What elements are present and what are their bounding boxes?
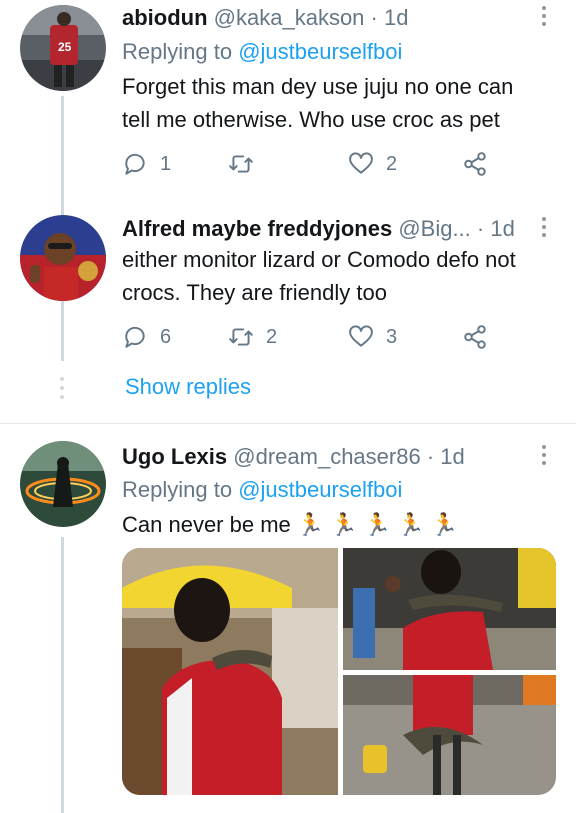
replying-prefix: Replying to — [122, 39, 239, 64]
media-photo-1[interactable] — [122, 548, 338, 795]
avatar-image — [20, 215, 106, 301]
tweet-text: either monitor lizard or Comodo defo not… — [122, 247, 516, 305]
reply-button[interactable]: 6 — [122, 319, 171, 355]
avatar[interactable] — [20, 215, 106, 301]
retweet-icon — [229, 155, 253, 173]
retweet-button[interactable] — [228, 146, 266, 182]
reply-icon — [125, 153, 145, 175]
photo-lizard-held-low — [343, 675, 556, 795]
retweet-count: 2 — [266, 325, 278, 348]
timestamp[interactable]: · 1d — [427, 444, 465, 469]
media-photo-3[interactable] — [343, 675, 556, 795]
avatar-image: 25 — [20, 5, 106, 91]
action-bar: 1 2 — [122, 146, 522, 182]
more-options-icon[interactable] — [532, 213, 556, 241]
show-replies-link[interactable]: Show replies — [125, 371, 251, 403]
tweet-alfred[interactable]: Alfred maybe freddyjones @Big... · 1d ei… — [0, 205, 576, 423]
timestamp[interactable]: · 1d — [477, 216, 515, 241]
display-name[interactable]: Alfred maybe freddyjones — [122, 216, 392, 241]
like-button[interactable]: 2 — [348, 146, 397, 182]
tweet-text: Can never be me 🏃 🏃 🏃 🏃 🏃 — [122, 512, 459, 537]
thread-line — [61, 96, 64, 221]
reply-button[interactable]: 1 — [122, 146, 171, 182]
heart-icon — [349, 325, 373, 347]
tweet-header: abiodun @kaka_kakson · 1d — [122, 2, 532, 34]
avatar[interactable]: 25 — [20, 5, 106, 91]
svg-text:25: 25 — [58, 40, 72, 54]
display-name[interactable]: abiodun — [122, 5, 208, 30]
tweet-abiodun[interactable]: 25 abiodun @kaka_kakson · 1d Replying to… — [0, 0, 576, 221]
thread-continuation-dots — [59, 377, 65, 399]
thread-line — [61, 301, 64, 361]
like-count: 3 — [386, 325, 398, 348]
tweet-header: Alfred maybe freddyjones @Big... · 1d — [122, 213, 532, 245]
media-grid — [122, 548, 556, 795]
display-name[interactable]: Ugo Lexis — [122, 444, 227, 469]
like-count: 2 — [386, 152, 398, 175]
thread-line — [61, 537, 64, 813]
tweet-text: Forget this man dey use juju no one can … — [122, 74, 514, 132]
avatar-image — [20, 441, 106, 527]
tweet-header: Ugo Lexis @dream_chaser86 · 1d — [122, 441, 532, 473]
photo-lizard-on-shoulders — [343, 548, 556, 670]
retweet-icon — [229, 328, 253, 346]
reply-icon — [125, 326, 145, 348]
action-bar: 6 2 3 — [122, 319, 522, 355]
share-button[interactable] — [462, 319, 488, 355]
replying-to: Replying to @justbeurselfboi — [122, 36, 402, 68]
retweet-button[interactable]: 2 — [228, 319, 277, 355]
user-handle[interactable]: @kaka_kakson — [214, 5, 365, 30]
media-photo-2[interactable] — [343, 548, 556, 670]
reply-count: 1 — [160, 152, 172, 175]
user-handle[interactable]: @Big... — [398, 216, 470, 241]
share-icon — [464, 152, 486, 176]
reply-count: 6 — [160, 325, 172, 348]
timestamp[interactable]: · 1d — [371, 5, 409, 30]
replying-to: Replying to @justbeurselfboi — [122, 474, 402, 506]
share-icon — [464, 325, 486, 349]
photo-man-with-lizard-umbrella — [122, 548, 338, 795]
share-button[interactable] — [462, 146, 488, 182]
more-options-icon[interactable] — [532, 441, 556, 469]
heart-icon — [349, 152, 373, 174]
user-handle[interactable]: @dream_chaser86 — [233, 444, 420, 469]
replying-handle-link[interactable]: @justbeurselfboi — [238, 477, 402, 502]
more-options-icon[interactable] — [532, 2, 556, 30]
avatar[interactable] — [20, 441, 106, 527]
like-button[interactable]: 3 — [348, 319, 397, 355]
replying-handle-link[interactable]: @justbeurselfboi — [238, 39, 402, 64]
replying-prefix: Replying to — [122, 477, 239, 502]
